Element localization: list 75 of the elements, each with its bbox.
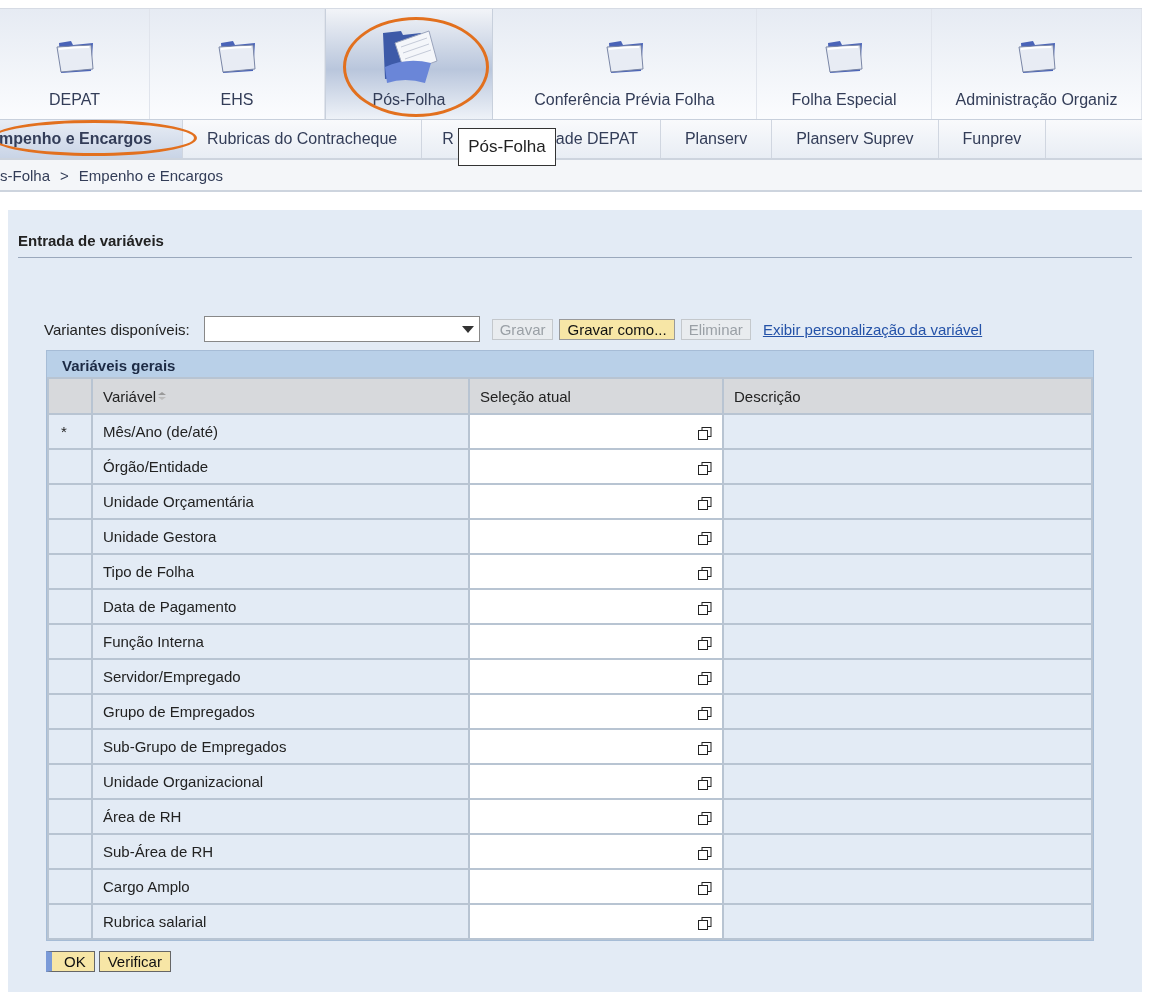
subnav-tab[interactable]: Planserv Suprev: [796, 130, 914, 148]
tooltip: Pós-Folha: [458, 128, 556, 166]
multiple-selection-icon[interactable]: [698, 601, 712, 615]
multiple-selection-icon[interactable]: [698, 776, 712, 790]
multiple-selection-icon[interactable]: [698, 496, 712, 510]
selection-input[interactable]: [469, 414, 723, 449]
multiple-selection-icon[interactable]: [698, 531, 712, 545]
panel-title: Variáveis gerais: [61, 356, 177, 376]
navigation-tab[interactable]: Folha Especial: [757, 9, 932, 119]
variable-name: Tipo de Folha: [103, 563, 195, 580]
breadcrumb-separator: >: [60, 166, 69, 184]
variable-name: Servidor/Empregado: [103, 668, 241, 685]
multiple-selection-icon[interactable]: [698, 461, 712, 475]
subnav-tab-text: ade DEPAT: [555, 130, 638, 148]
multiple-selection-icon[interactable]: [698, 426, 712, 440]
selection-input[interactable]: [469, 729, 723, 764]
selection-input[interactable]: [469, 694, 723, 729]
variable-name: Unidade Gestora: [103, 528, 217, 545]
variable-name: Data de Pagamento: [103, 598, 237, 615]
variable-name: Grupo de Empregados: [103, 703, 255, 720]
selection-input[interactable]: [469, 799, 723, 834]
multiple-selection-icon[interactable]: [698, 881, 712, 895]
selection-input[interactable]: [469, 484, 723, 519]
multiple-selection-icon[interactable]: [698, 916, 712, 930]
navigation-tab[interactable]: EHS: [150, 9, 325, 119]
variable-name: Rubrica salarial: [103, 913, 207, 930]
required-marker: *: [60, 423, 67, 440]
variable-name: Área de RH: [103, 808, 182, 825]
selection-input[interactable]: [469, 659, 723, 694]
selection-input[interactable]: [469, 904, 723, 939]
multiple-selection-icon[interactable]: [698, 566, 712, 580]
variable-name: Unidade Organizacional: [103, 773, 264, 790]
navigation-tab[interactable]: Pós-Folha: [325, 9, 493, 119]
subnav-tab[interactable]: R: [442, 130, 454, 148]
subnav-tab[interactable]: Planserv: [684, 130, 748, 148]
subnav-tab[interactable]: Funprev: [962, 130, 1022, 148]
navigation-tab[interactable]: Administração Organiz: [932, 9, 1142, 119]
variable-name: Sub-Área de RH: [103, 843, 214, 860]
selection-input[interactable]: [469, 624, 723, 659]
footer-button[interactable]: OK: [46, 951, 95, 972]
subnav-tab[interactable]: Rubricas do Contracheque: [206, 130, 398, 148]
multiple-selection-icon[interactable]: [698, 846, 712, 860]
column-header[interactable]: Descrição: [734, 387, 801, 405]
selection-input[interactable]: [469, 764, 723, 799]
variant-dropdown[interactable]: [203, 316, 480, 342]
selection-input[interactable]: [469, 834, 723, 869]
multiple-selection-icon[interactable]: [698, 671, 712, 685]
selection-input[interactable]: [469, 589, 723, 624]
breadcrumb-link[interactable]: s-Folha: [0, 166, 51, 184]
breadcrumb-link[interactable]: Empenho e Encargos: [78, 166, 224, 184]
column-header[interactable]: Variável: [103, 387, 157, 405]
sort-icon[interactable]: [157, 392, 168, 400]
selection-input[interactable]: [469, 519, 723, 554]
multiple-selection-icon[interactable]: [698, 636, 712, 650]
selection-input[interactable]: [469, 554, 723, 589]
column-header[interactable]: Seleção atual: [480, 387, 571, 405]
variable-name: Mês/Ano (de/até): [103, 423, 219, 440]
navigation-tab[interactable]: Conferência Prévia Folha: [493, 9, 757, 119]
personalization-link[interactable]: Exibir personalização da variável: [762, 320, 983, 338]
footer-button[interactable]: Verificar: [98, 951, 171, 972]
field-label: Variantes disponíveis:: [44, 320, 190, 338]
multiple-selection-icon[interactable]: [698, 706, 712, 720]
variable-name: Sub-Grupo de Empregados: [103, 738, 287, 755]
variable-name: Cargo Amplo: [103, 878, 190, 895]
variable-name: Unidade Orçamentária: [103, 493, 254, 510]
caret-icon: [461, 326, 474, 333]
variable-name: Função Interna: [103, 633, 204, 650]
section-title: Entrada de variáveis: [18, 210, 1132, 258]
variable-name: Órgão/Entidade: [103, 458, 209, 475]
selection-input[interactable]: [469, 869, 723, 904]
multiple-selection-icon[interactable]: [698, 811, 712, 825]
variant-button[interactable]: Gravar como...: [559, 318, 675, 340]
selection-input[interactable]: [469, 449, 723, 484]
multiple-selection-icon[interactable]: [698, 741, 712, 755]
navigation-tab[interactable]: DEPAT: [0, 9, 150, 119]
